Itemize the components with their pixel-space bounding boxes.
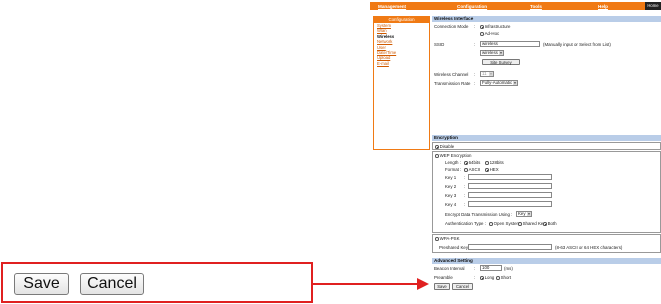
chevron-down-icon: ▼: [513, 81, 517, 85]
wireless-channel-label: Wireless Channel: [434, 72, 469, 77]
channel-select[interactable]: 11 ▼: [480, 71, 494, 77]
radio-short-dot[interactable]: [496, 276, 500, 280]
preamble-label: Preamble: [434, 275, 453, 280]
radio-64bits-label: 64bits: [468, 160, 481, 165]
format-label: Format :: [445, 167, 462, 172]
connection-mode-label: Connection Mode: [434, 24, 469, 29]
zoom-callout: Save Cancel: [1, 262, 313, 303]
ssid-hint: (Manually input or Select from List): [543, 42, 611, 47]
nav-tools[interactable]: Tools: [530, 4, 542, 10]
radio-wpa[interactable]: WPA-PSK: [435, 236, 460, 242]
chevron-down-icon: ▼: [489, 72, 493, 76]
radio-long[interactable]: Long: [480, 275, 494, 281]
radio-long-label: Long: [484, 275, 495, 280]
radio-ascii-dot[interactable]: [464, 168, 468, 172]
radio-wep[interactable]: WEP Encryption: [435, 153, 471, 159]
wireless-interface-area: Connection Mode : Infrastructure Ad-Hoc …: [432, 22, 661, 114]
key2-label: Key 2: [445, 184, 457, 189]
beacon-interval-label: Beacon Interval: [434, 266, 465, 271]
section-encryption: Encryption: [432, 135, 661, 141]
chevron-down-icon: ▼: [527, 212, 531, 216]
ssid-label: SSID: [434, 42, 445, 47]
transmission-rate-label: Transmission Rate: [434, 81, 471, 86]
section-advanced: Advanced Setting: [432, 258, 661, 264]
radio-ascii[interactable]: ASCII: [464, 167, 480, 173]
key4-input[interactable]: [468, 201, 552, 207]
radio-adhoc[interactable]: Ad-Hoc: [480, 31, 499, 37]
radio-infrastructure-dot[interactable]: [480, 25, 484, 29]
encrypt-key-select[interactable]: Key 1 ▼: [516, 211, 532, 217]
wep-box: WEP Encryption Length : 64bits 128bits F…: [432, 151, 661, 233]
key3-label: Key 3: [445, 193, 457, 198]
nav-home[interactable]: Home: [645, 2, 661, 10]
radio-wep-label: WEP Encryption: [439, 153, 472, 158]
wpa-box: WPA-PSK Preshared Key: (8-63 ASCII or 64…: [432, 234, 661, 253]
radio-ascii-label: ASCII: [468, 167, 481, 172]
radio-both[interactable]: Both: [543, 221, 557, 227]
cancel-button[interactable]: Cancel: [452, 283, 473, 290]
radio-wep-dot[interactable]: [435, 154, 439, 158]
radio-128bits[interactable]: 128bits: [485, 160, 504, 166]
radio-128bits-dot[interactable]: [485, 161, 489, 165]
radio-disable-dot[interactable]: [435, 145, 439, 149]
radio-shared-key[interactable]: Shared Key: [518, 221, 546, 227]
callout-cancel-button[interactable]: Cancel: [80, 273, 144, 295]
radio-short-label: Short: [500, 275, 512, 280]
nav-help[interactable]: Help: [598, 4, 608, 10]
radio-open-system[interactable]: Open System: [489, 221, 520, 227]
nav-management[interactable]: Management: [378, 4, 406, 10]
key4-label: Key 4: [445, 202, 457, 207]
chevron-down-icon: ▼: [499, 51, 503, 55]
beacon-unit: (ms): [504, 266, 513, 271]
encrypt-using-label: Encrypt Data Transmission Using :: [445, 212, 513, 217]
radio-128bits-label: 128bits: [489, 160, 504, 165]
radio-wpa-label: WPA-PSK: [439, 236, 460, 241]
radio-shared-key-dot[interactable]: [518, 222, 522, 226]
ssid-select-value: wireless: [482, 50, 498, 55]
router-config-page: Management Configuration Tools Help Home…: [370, 2, 661, 304]
channel-select-value: 11: [482, 71, 487, 76]
radio-open-system-dot[interactable]: [489, 222, 493, 226]
sidebar-item-email[interactable]: E-mail: [377, 61, 429, 66]
key3-input[interactable]: [468, 192, 552, 198]
radio-hex-dot[interactable]: [485, 168, 489, 172]
site-survey-button[interactable]: Site Survey: [482, 59, 520, 65]
radio-wpa-dot[interactable]: [435, 237, 439, 241]
radio-infrastructure-label: Infrastructure: [484, 24, 511, 29]
radio-adhoc-dot[interactable]: [480, 32, 484, 36]
radio-open-system-label: Open System: [493, 221, 521, 226]
main-content: Wireless Interface Connection Mode : Inf…: [432, 16, 661, 290]
length-label: Length :: [445, 160, 461, 165]
auth-type-label: Authentication Type :: [445, 221, 486, 226]
radio-short[interactable]: Short: [496, 275, 511, 281]
key1-input[interactable]: [468, 174, 552, 180]
radio-long-dot[interactable]: [480, 276, 484, 280]
beacon-interval-input[interactable]: 100: [480, 265, 502, 271]
ssid-input[interactable]: wireless: [480, 41, 540, 47]
radio-64bits[interactable]: 64bits: [464, 160, 480, 166]
key1-label: Key 1: [445, 175, 457, 180]
callout-save-button[interactable]: Save: [14, 273, 69, 295]
top-nav: Management Configuration Tools Help Home: [370, 2, 661, 10]
save-button[interactable]: Save: [434, 283, 450, 290]
radio-both-label: Both: [547, 221, 557, 226]
radio-disable[interactable]: Disable: [435, 144, 454, 150]
radio-hex[interactable]: HEX: [485, 167, 499, 173]
preshared-key-label: Preshared Key:: [439, 245, 470, 250]
ssid-select[interactable]: wireless ▼: [480, 50, 504, 56]
nav-configuration[interactable]: Configuration: [457, 4, 487, 10]
radio-adhoc-label: Ad-Hoc: [484, 31, 500, 36]
rate-select[interactable]: Fully-Automatic ▼: [480, 80, 518, 86]
radio-64bits-dot[interactable]: [464, 161, 468, 165]
rate-select-value: Fully-Automatic: [482, 80, 513, 85]
sidebar: Configuration System Wlan Wireless Netwo…: [373, 16, 430, 150]
disable-row: Disable: [432, 142, 661, 150]
preshared-key-hint: (8-63 ASCII or 64 HEX characters): [555, 245, 623, 250]
preshared-key-input[interactable]: [468, 244, 552, 250]
key2-input[interactable]: [468, 183, 552, 189]
radio-infrastructure[interactable]: Infrastructure: [480, 24, 510, 30]
radio-both-dot[interactable]: [543, 222, 547, 226]
radio-hex-label: HEX: [489, 167, 499, 172]
radio-disable-label: Disable: [439, 144, 455, 149]
